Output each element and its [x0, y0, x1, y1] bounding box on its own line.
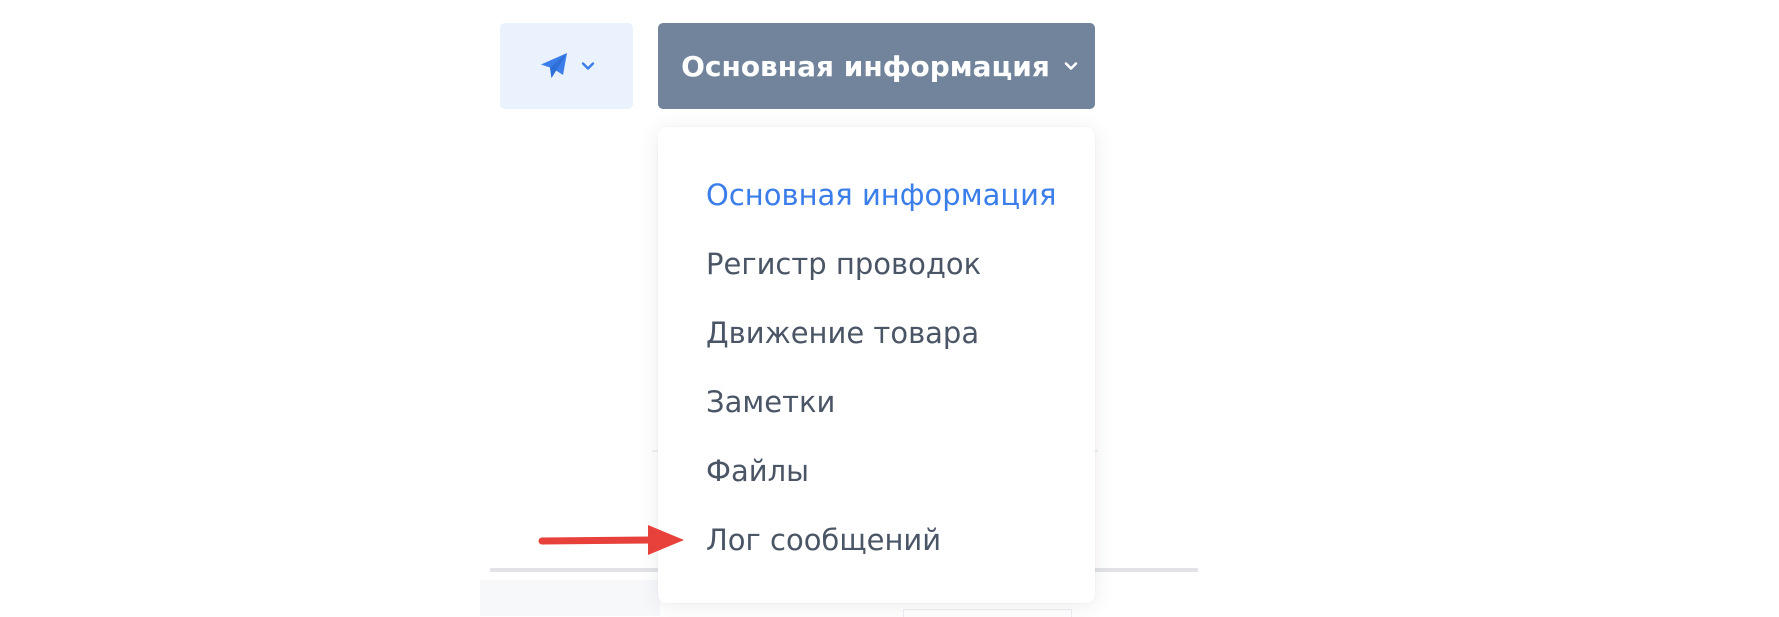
section-select-button[interactable]: Основная информация [658, 23, 1095, 109]
section-select-label: Основная информация [681, 49, 1050, 83]
menu-item-main-info[interactable]: Основная информация [658, 161, 1095, 230]
menu-item-files[interactable]: Файлы [658, 437, 1095, 506]
menu-item-posting-register[interactable]: Регистр проводок [658, 230, 1095, 299]
background-panel [480, 580, 660, 616]
menu-item-notes[interactable]: Заметки [658, 368, 1095, 437]
chevron-down-icon [1064, 61, 1078, 71]
red-arrow-icon [536, 520, 686, 560]
section-dropdown-menu: Основная информация Регистр проводок Дви… [658, 127, 1095, 603]
menu-item-goods-movement[interactable]: Движение товара [658, 299, 1095, 368]
menu-item-message-log[interactable]: Лог сообщений [658, 506, 1095, 575]
send-button[interactable] [500, 23, 633, 109]
chevron-down-icon [581, 61, 595, 71]
paper-plane-icon [539, 51, 569, 81]
